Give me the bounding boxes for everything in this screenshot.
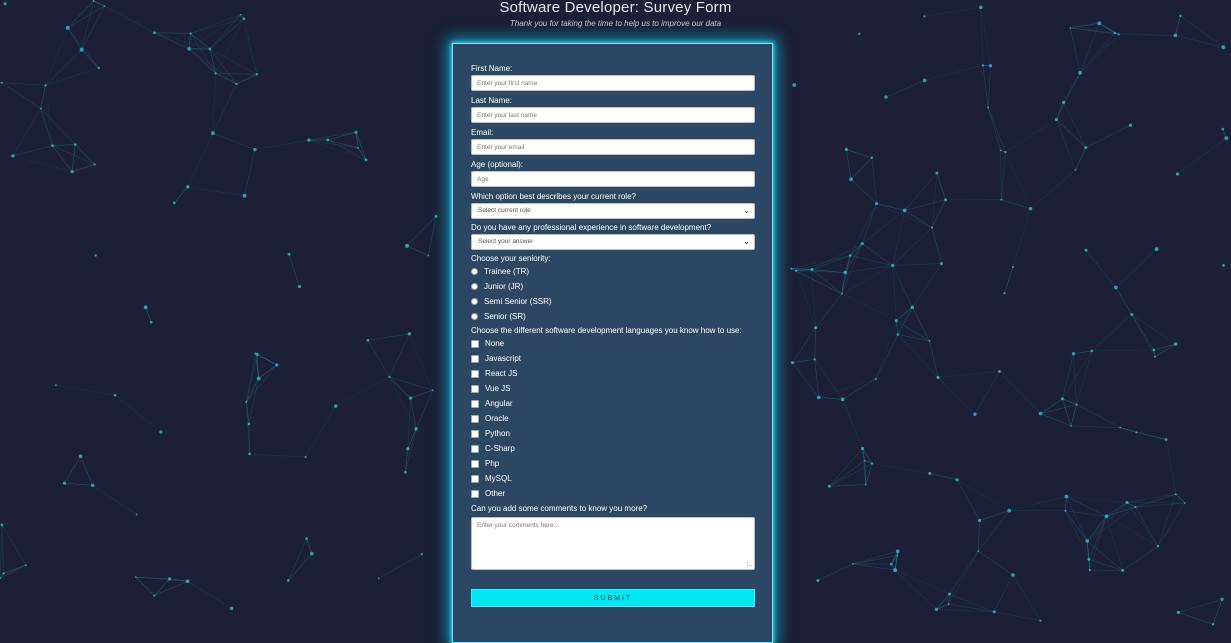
checkbox[interactable] [471,445,479,453]
checkbox-label: Vue JS [485,381,511,396]
checkbox-option-react[interactable]: React JS [471,366,755,381]
radio-label: Trainee (TR) [484,264,529,279]
radio-option-trainee[interactable]: Trainee (TR) [471,264,755,279]
radio-label: Junior (JR) [484,279,523,294]
checkbox[interactable] [471,460,479,468]
radio-label: Senior (SR) [484,309,526,324]
checkbox[interactable] [471,370,479,378]
page-header: Software Developer: Survey Form Thank yo… [0,0,1231,28]
checkbox[interactable] [471,340,479,348]
experience-select-value: Select your answer [478,238,533,245]
checkbox-option-none[interactable]: None [471,336,755,351]
comments-label: Can you add some comments to know you mo… [471,503,755,514]
radio-button[interactable] [471,268,478,275]
checkbox-label: Angular [485,396,513,411]
chevron-down-icon: ⌄ [743,235,750,249]
languages-label: Choose the different software developmen… [471,325,755,336]
checkbox-option-other[interactable]: Other [471,486,755,501]
email-label: Email: [471,127,755,138]
experience-select[interactable]: Select your answer ⌄ [471,234,755,250]
checkbox-label: Javascript [485,351,521,366]
experience-label: Do you have any professional experience … [471,222,755,233]
radio-button[interactable] [471,313,478,320]
survey-form: First Name: Last Name: Email: Age (optio… [471,63,755,607]
comments-textarea[interactable]: Enter your comments here... ∟ [471,517,755,570]
seniority-label: Choose your seniority: [471,253,755,264]
radio-button[interactable] [471,283,478,290]
email-input[interactable] [471,139,755,155]
checkbox[interactable] [471,415,479,423]
role-label: Which option best describes your current… [471,191,755,202]
role-select[interactable]: Select current role ⌄ [471,203,755,219]
checkbox[interactable] [471,385,479,393]
checkbox-label: None [485,336,504,351]
radio-button[interactable] [471,298,478,305]
checkbox-option-angular[interactable]: Angular [471,396,755,411]
checkbox-label: Php [485,456,499,471]
checkbox[interactable] [471,400,479,408]
checkbox[interactable] [471,430,479,438]
checkbox-label: Other [485,486,505,501]
survey-form-card: First Name: Last Name: Email: Age (optio… [452,43,773,643]
page-subtitle: Thank you for taking the time to help us… [0,19,1231,28]
seniority-radio-group: Trainee (TR) Junior (JR) Semi Senior (SS… [471,264,755,324]
checkbox-option-csharp[interactable]: C-Sharp [471,441,755,456]
radio-option-semi-senior[interactable]: Semi Senior (SSR) [471,294,755,309]
page-title: Software Developer: Survey Form [0,0,1231,16]
age-label: Age (optional): [471,159,755,170]
radio-option-senior[interactable]: Senior (SR) [471,309,755,324]
resize-handle-icon[interactable]: ∟ [746,561,753,568]
chevron-down-icon: ⌄ [743,204,750,218]
checkbox-option-vue[interactable]: Vue JS [471,381,755,396]
checkbox-option-oracle[interactable]: Oracle [471,411,755,426]
first-name-input[interactable] [471,75,755,91]
first-name-label: First Name: [471,63,755,74]
radio-label: Semi Senior (SSR) [484,294,552,309]
comments-placeholder: Enter your comments here... [477,522,559,529]
checkbox-label: React JS [485,366,517,381]
checkbox-option-php[interactable]: Php [471,456,755,471]
checkbox-label: Python [485,426,510,441]
checkbox-option-mysql[interactable]: MySQL [471,471,755,486]
checkbox-label: C-Sharp [485,441,515,456]
last-name-label: Last Name: [471,95,755,106]
age-input[interactable] [471,171,755,187]
role-select-value: Select current role [478,207,531,214]
submit-button[interactable]: SUBMIT [471,589,755,607]
languages-checkbox-group: None Javascript React JS Vue JS Angular … [471,336,755,501]
checkbox-option-python[interactable]: Python [471,426,755,441]
checkbox-label: Oracle [485,411,509,426]
checkbox[interactable] [471,490,479,498]
checkbox[interactable] [471,475,479,483]
radio-option-junior[interactable]: Junior (JR) [471,279,755,294]
checkbox-label: MySQL [485,471,512,486]
checkbox-option-javascript[interactable]: Javascript [471,351,755,366]
checkbox[interactable] [471,355,479,363]
last-name-input[interactable] [471,107,755,123]
